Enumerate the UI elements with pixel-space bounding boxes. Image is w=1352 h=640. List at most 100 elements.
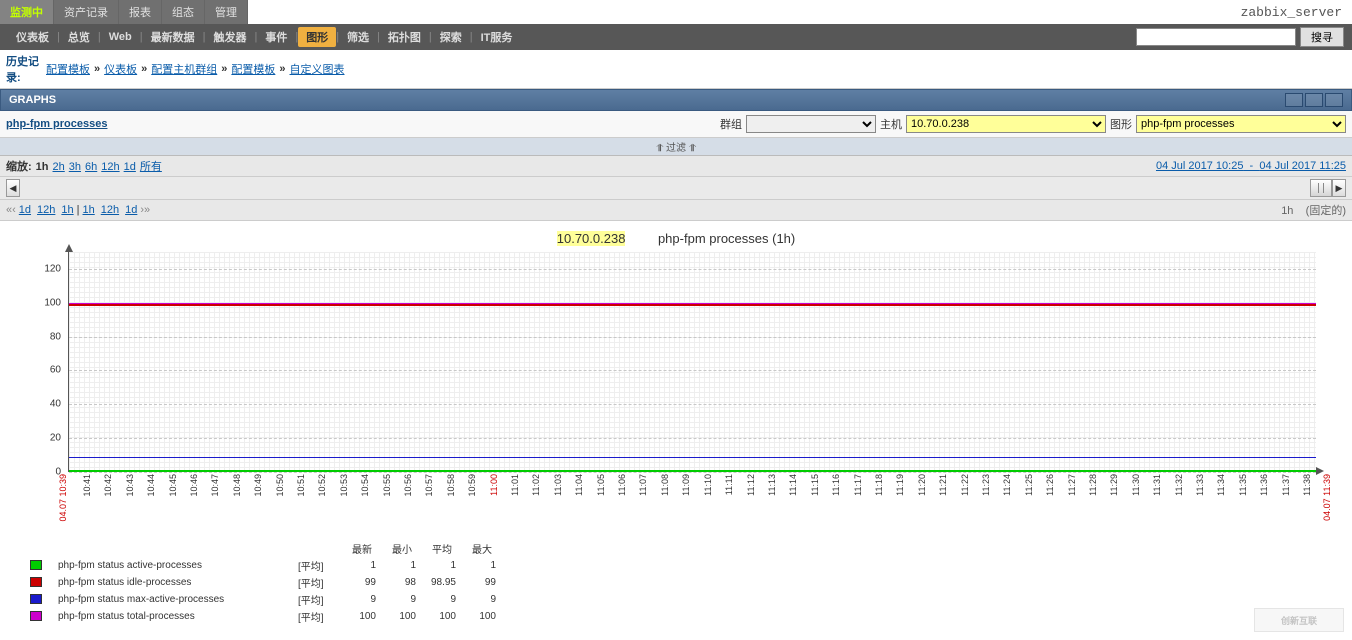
breadcrumb-link[interactable]: 自定义图表 — [290, 61, 345, 77]
zoom-link[interactable]: 3h — [69, 161, 81, 173]
nav-link[interactable]: 12h — [37, 204, 55, 216]
x-tick: 11:12 — [746, 474, 756, 496]
legend-row: php-fpm status idle-processes[平均]999898.… — [24, 574, 502, 591]
timeline-left-button[interactable]: ◀ — [6, 179, 20, 197]
zoom-link[interactable]: 2h — [53, 161, 65, 173]
x-tick: 10:48 — [232, 474, 242, 497]
nav-link[interactable]: 1d — [125, 204, 137, 216]
top-tab[interactable]: 监测中 — [0, 0, 54, 24]
top-tabs: 监测中资产记录报表组态管理 — [0, 0, 248, 24]
subnav-item[interactable]: 仪表板 — [8, 29, 57, 45]
restore-icon[interactable] — [1305, 93, 1323, 107]
zoom-link[interactable]: 6h — [85, 161, 97, 173]
nav-link[interactable]: 1h — [61, 204, 73, 216]
x-tick: 10:55 — [382, 474, 392, 497]
search-input[interactable] — [1136, 28, 1296, 46]
subnav-item[interactable]: 筛选 — [339, 29, 377, 45]
x-tick: 11:11 — [724, 474, 734, 495]
legend-swatch-icon — [30, 594, 42, 604]
zoom-link[interactable]: 12h — [101, 161, 119, 173]
breadcrumb-link[interactable]: 配置模板 — [231, 61, 275, 77]
graph-title-link[interactable]: php-fpm processes — [6, 118, 107, 130]
subnav-item[interactable]: 最新数据 — [143, 29, 203, 45]
zoom-label: 缩放: — [6, 158, 32, 174]
legend-swatch-icon — [30, 611, 42, 621]
x-tick: 10:54 — [360, 474, 370, 497]
x-tick: 11:19 — [895, 474, 905, 496]
y-axis-arrow-icon — [65, 244, 73, 252]
x-tick: 11:35 — [1238, 474, 1248, 496]
nav-link[interactable]: 12h — [101, 204, 119, 216]
zoom-to[interactable]: 04 Jul 2017 11:25 — [1259, 160, 1346, 172]
x-tick: 11:28 — [1088, 474, 1098, 496]
subnav-item[interactable]: 探索 — [432, 29, 470, 45]
top-tab[interactable]: 管理 — [205, 0, 248, 24]
subnav-item[interactable]: 拓扑图 — [380, 29, 429, 45]
breadcrumb-link[interactable]: 仪表板 — [104, 61, 137, 77]
x-tick: 11:18 — [874, 474, 884, 496]
x-tick: 11:08 — [660, 474, 670, 496]
zoom-link[interactable]: 1d — [124, 161, 136, 173]
x-tick: 11:05 — [596, 474, 606, 496]
subnav-item[interactable]: 图形 — [298, 27, 336, 47]
breadcrumb-link[interactable]: 配置主机群组 — [151, 61, 217, 77]
zoom-link[interactable]: 1h — [36, 161, 49, 173]
x-tick: 11:34 — [1216, 474, 1226, 496]
y-tick: 0 — [31, 467, 61, 478]
series-line — [69, 303, 1316, 305]
host-label: 主机 — [880, 116, 902, 132]
y-tick: 60 — [31, 365, 61, 376]
x-tick: 11:21 — [938, 474, 948, 496]
timeline-right-button[interactable]: ▶ — [1332, 179, 1346, 197]
x-tick: 10:58 — [446, 474, 456, 497]
x-tick: 10:44 — [146, 474, 156, 497]
y-tick: 40 — [31, 399, 61, 410]
x-tick: 11:16 — [831, 474, 841, 496]
history-row: 历史记录: 配置模板 » 仪表板 » 配置主机群组 » 配置模板 » 自定义图表 — [0, 50, 1352, 89]
timeline-handle[interactable] — [1310, 179, 1332, 197]
x-tick: 10:42 — [103, 474, 113, 497]
x-end-label: 04.07 11:39 — [1322, 474, 1332, 521]
graph-select[interactable]: php-fpm processes — [1136, 115, 1346, 133]
y-tick: 80 — [31, 331, 61, 342]
add-icon[interactable] — [1285, 93, 1303, 107]
y-tick: 20 — [31, 433, 61, 444]
subnav-item[interactable]: IT服务 — [473, 29, 521, 45]
group-label: 群组 — [720, 116, 742, 132]
nav-left-arrows[interactable]: «‹ — [6, 204, 16, 216]
legend-table: 最新最小平均最大php-fpm status active-processes[… — [24, 540, 502, 625]
subnav-item[interactable]: 事件 — [257, 29, 295, 45]
filter-toggle[interactable]: ⥣ 过滤 ⥣ — [0, 138, 1352, 156]
x-tick: 10:41 — [82, 474, 92, 497]
chart-canvas[interactable]: 020406080100120 — [68, 252, 1316, 472]
x-tick: 11:26 — [1045, 474, 1055, 496]
x-tick: 10:47 — [210, 474, 220, 497]
legend-row: php-fpm status active-processes[平均]1111 — [24, 557, 502, 574]
nav-link[interactable]: 1d — [19, 204, 31, 216]
x-tick: 10:53 — [339, 474, 349, 497]
fullscreen-icon[interactable] — [1325, 93, 1343, 107]
x-tick: 11:23 — [981, 474, 991, 496]
x-tick: 11:22 — [960, 474, 970, 496]
duration: 1h — [1281, 205, 1293, 217]
nav-link[interactable]: 1h — [83, 204, 95, 216]
top-tab[interactable]: 组态 — [162, 0, 205, 24]
nav-right-arrows[interactable]: ›» — [140, 204, 150, 216]
subnav-item[interactable]: 触发器 — [205, 29, 254, 45]
host-select[interactable]: 10.70.0.238 — [906, 115, 1106, 133]
top-tab[interactable]: 报表 — [119, 0, 162, 24]
subnav-item[interactable]: Web — [101, 31, 140, 43]
zoom-link[interactable]: 所有 — [140, 161, 162, 173]
top-tab[interactable]: 资产记录 — [54, 0, 119, 24]
breadcrumb-link[interactable]: 配置模板 — [46, 61, 90, 77]
subnav-item[interactable]: 总览 — [60, 29, 98, 45]
search-button[interactable]: 搜寻 — [1300, 27, 1344, 47]
timeline-track[interactable] — [20, 183, 1310, 193]
legend-row: php-fpm status total-processes[平均]100100… — [24, 608, 502, 625]
x-tick: 11:04 — [574, 474, 584, 496]
group-select[interactable] — [746, 115, 876, 133]
x-tick: 11:30 — [1131, 474, 1141, 496]
zoom-from[interactable]: 04 Jul 2017 10:25 — [1156, 160, 1243, 172]
x-tick: 11:10 — [703, 474, 713, 496]
x-tick: 10:50 — [275, 474, 285, 497]
